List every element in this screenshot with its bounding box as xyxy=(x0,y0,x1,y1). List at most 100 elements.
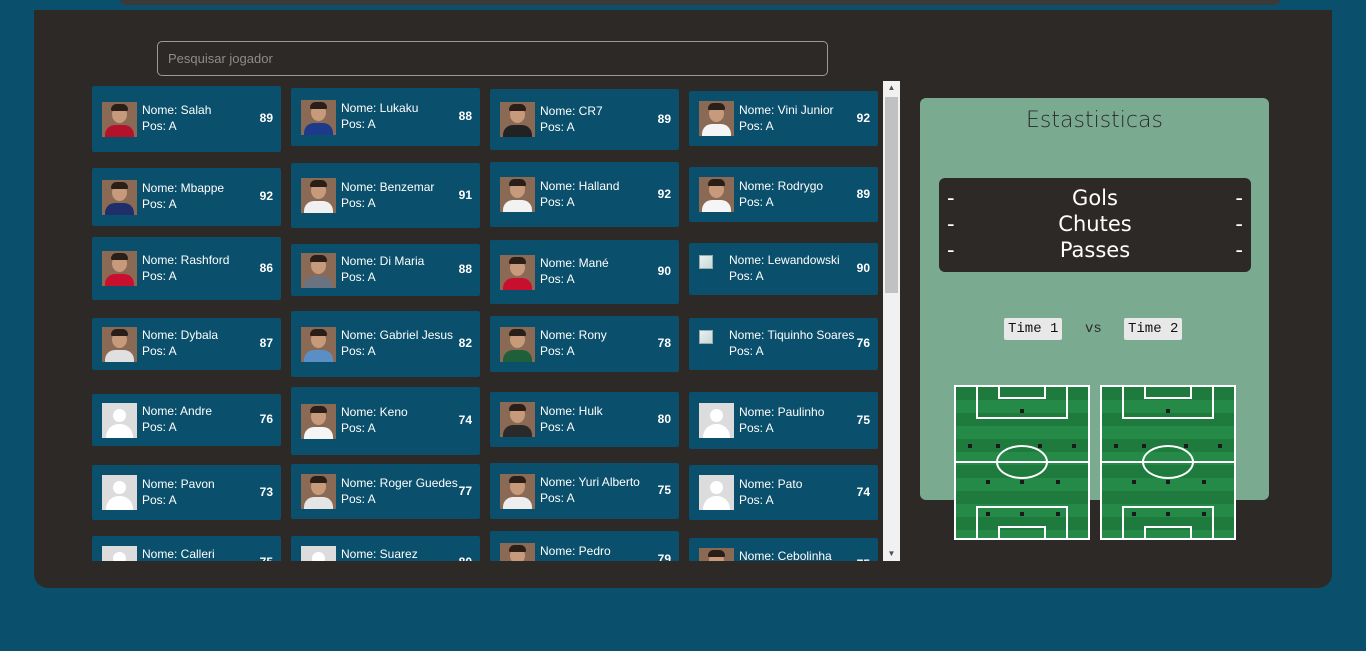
player-name: Nome: Vini Junior xyxy=(739,103,834,117)
player-position: Pos: A xyxy=(540,491,575,505)
player-overall: 79 xyxy=(657,552,671,561)
player-card[interactable]: Nome: Tiquinho Soares Pos: A 76 xyxy=(689,318,878,370)
player-slot-marker xyxy=(986,480,990,484)
avatar-placeholder-icon xyxy=(102,475,137,510)
player-photo xyxy=(102,102,137,137)
player-card[interactable]: Nome: Salah Pos: A 89 xyxy=(92,86,281,152)
search-player-input[interactable] xyxy=(157,41,828,76)
player-card[interactable]: Nome: Pavon Pos: A 73 xyxy=(92,465,281,520)
player-card[interactable]: Nome: Keno Pos: A 74 xyxy=(291,387,480,455)
player-position: Pos: A xyxy=(540,120,575,134)
player-card[interactable]: Nome: Cebolinha 75 xyxy=(689,538,878,561)
stats-title: Estastisticas xyxy=(1026,108,1163,133)
player-position: Pos: A xyxy=(142,420,177,434)
player-list[interactable]: Nome: Salah Pos: A 89 Nome: Mbappe Pos: A 92 N… xyxy=(82,81,882,561)
player-name: Nome: Rashford xyxy=(142,253,230,267)
player-overall: 76 xyxy=(856,336,870,350)
player-card[interactable]: Nome: Dybala Pos: A 87 xyxy=(92,318,281,370)
player-slot-marker xyxy=(1202,480,1206,484)
player-photo xyxy=(102,180,137,215)
player-position: Pos: A xyxy=(142,493,177,507)
player-name: Nome: Keno xyxy=(341,405,408,419)
player-slot-marker xyxy=(1038,444,1042,448)
player-overall: 88 xyxy=(458,262,472,276)
player-card[interactable]: Nome: Rony Pos: A 78 xyxy=(490,316,679,372)
player-card[interactable]: Nome: Lukaku Pos: A 88 xyxy=(291,88,480,146)
player-overall: 90 xyxy=(856,261,870,275)
center-circle xyxy=(1142,445,1194,479)
player-photo xyxy=(699,548,734,561)
player-photo xyxy=(500,474,535,509)
player-overall: 73 xyxy=(259,485,273,499)
player-card[interactable]: Nome: Lewandowski Pos: A 90 xyxy=(689,243,878,295)
player-name: Nome: Mbappe xyxy=(142,181,225,195)
player-card[interactable]: Nome: Gabriel Jesus Pos: A 82 xyxy=(291,311,480,377)
team2-field[interactable] xyxy=(1100,385,1236,540)
player-card[interactable]: Nome: Hulk Pos: A 80 xyxy=(490,392,679,447)
player-slot-marker xyxy=(1218,444,1222,448)
player-card[interactable]: Nome: Paulinho Pos: A 75 xyxy=(689,392,878,449)
player-name: Nome: Mané xyxy=(540,256,609,270)
top-goal-box xyxy=(998,387,1046,399)
broken-image-icon xyxy=(699,330,715,346)
player-card[interactable]: Nome: Di Maria Pos: A 88 xyxy=(291,244,480,296)
player-overall: 75 xyxy=(856,413,870,427)
player-overall: 88 xyxy=(458,109,472,123)
player-overall: 75 xyxy=(857,557,870,561)
player-card[interactable]: Nome: Mbappe Pos: A 92 xyxy=(92,168,281,226)
player-card[interactable]: Nome: Rodrygo Pos: A 89 xyxy=(689,167,878,222)
player-slot-marker xyxy=(1166,480,1170,484)
scroll-up-arrow-icon[interactable]: ▲ xyxy=(883,81,900,95)
bottom-goal-box xyxy=(1144,526,1192,538)
team1-button[interactable]: Time 1 xyxy=(1004,318,1063,340)
player-position: Pos: A xyxy=(729,344,764,358)
player-card[interactable]: Nome: Suarez 80 xyxy=(291,536,480,561)
center-circle xyxy=(996,445,1048,479)
team2-button[interactable]: Time 2 xyxy=(1124,318,1183,340)
player-card[interactable]: Nome: Roger Guedes Pos: A 77 xyxy=(291,464,480,519)
player-card[interactable]: Nome: Benzemar Pos: A 91 xyxy=(291,163,480,228)
player-overall: 74 xyxy=(856,485,870,499)
vs-label: vs xyxy=(1085,321,1102,337)
player-position: Pos: A xyxy=(142,197,177,211)
player-overall: 75 xyxy=(657,483,671,497)
player-name: Nome: Lukaku xyxy=(341,101,419,115)
player-card[interactable]: Nome: Rashford Pos: A 86 xyxy=(92,237,281,300)
team1-field[interactable] xyxy=(954,385,1090,540)
stat-team2-value: - xyxy=(1235,238,1243,262)
player-card[interactable]: Nome: Vini Junior Pos: A 92 xyxy=(689,91,878,146)
stat-row-shots: - Chutes - xyxy=(939,212,1251,238)
player-card[interactable]: Nome: Halland Pos: A 92 xyxy=(490,162,679,227)
scroll-thumb[interactable] xyxy=(885,97,898,293)
stat-row-passes: - Passes - xyxy=(939,238,1251,264)
scroll-down-arrow-icon[interactable]: ▼ xyxy=(883,547,900,561)
player-slot-marker xyxy=(968,444,972,448)
player-overall: 92 xyxy=(657,187,671,201)
stats-box: - Gols - - Chutes - - Passes - xyxy=(939,178,1251,272)
player-overall: 86 xyxy=(259,261,273,275)
player-card[interactable]: Nome: Yuri Alberto Pos: A 75 xyxy=(490,463,679,519)
player-card[interactable]: Nome: Pedro 79 xyxy=(490,531,679,561)
player-name: Nome: Pavon xyxy=(142,477,215,491)
player-name: Nome: Dybala xyxy=(142,328,219,342)
player-photo xyxy=(301,474,336,509)
stat-team2-value: - xyxy=(1235,212,1243,236)
player-card[interactable]: Nome: CR7 Pos: A 89 xyxy=(490,89,679,150)
player-card[interactable]: Nome: Andre Pos: A 76 xyxy=(92,394,281,446)
player-name: Nome: Pato xyxy=(739,477,803,491)
player-photo xyxy=(500,255,535,290)
player-overall: 92 xyxy=(856,111,870,125)
player-name: Nome: Andre xyxy=(142,404,213,418)
player-card[interactable]: Nome: Calleri 75 xyxy=(92,536,281,561)
player-photo xyxy=(500,327,535,362)
player-card[interactable]: Nome: Mané Pos: A 90 xyxy=(490,240,679,304)
avatar-placeholder-icon xyxy=(699,403,734,438)
player-photo xyxy=(500,402,535,437)
player-slot-marker xyxy=(1020,480,1024,484)
player-list-scrollbar[interactable]: ▲ ▼ xyxy=(883,81,900,561)
player-name: Nome: Rodrygo xyxy=(739,179,824,193)
player-card[interactable]: Nome: Pato Pos: A 74 xyxy=(689,465,878,520)
player-name: Nome: Lewandowski xyxy=(729,253,840,267)
player-name: Nome: Hulk xyxy=(540,404,603,418)
player-name: Nome: Pedro xyxy=(540,544,611,558)
